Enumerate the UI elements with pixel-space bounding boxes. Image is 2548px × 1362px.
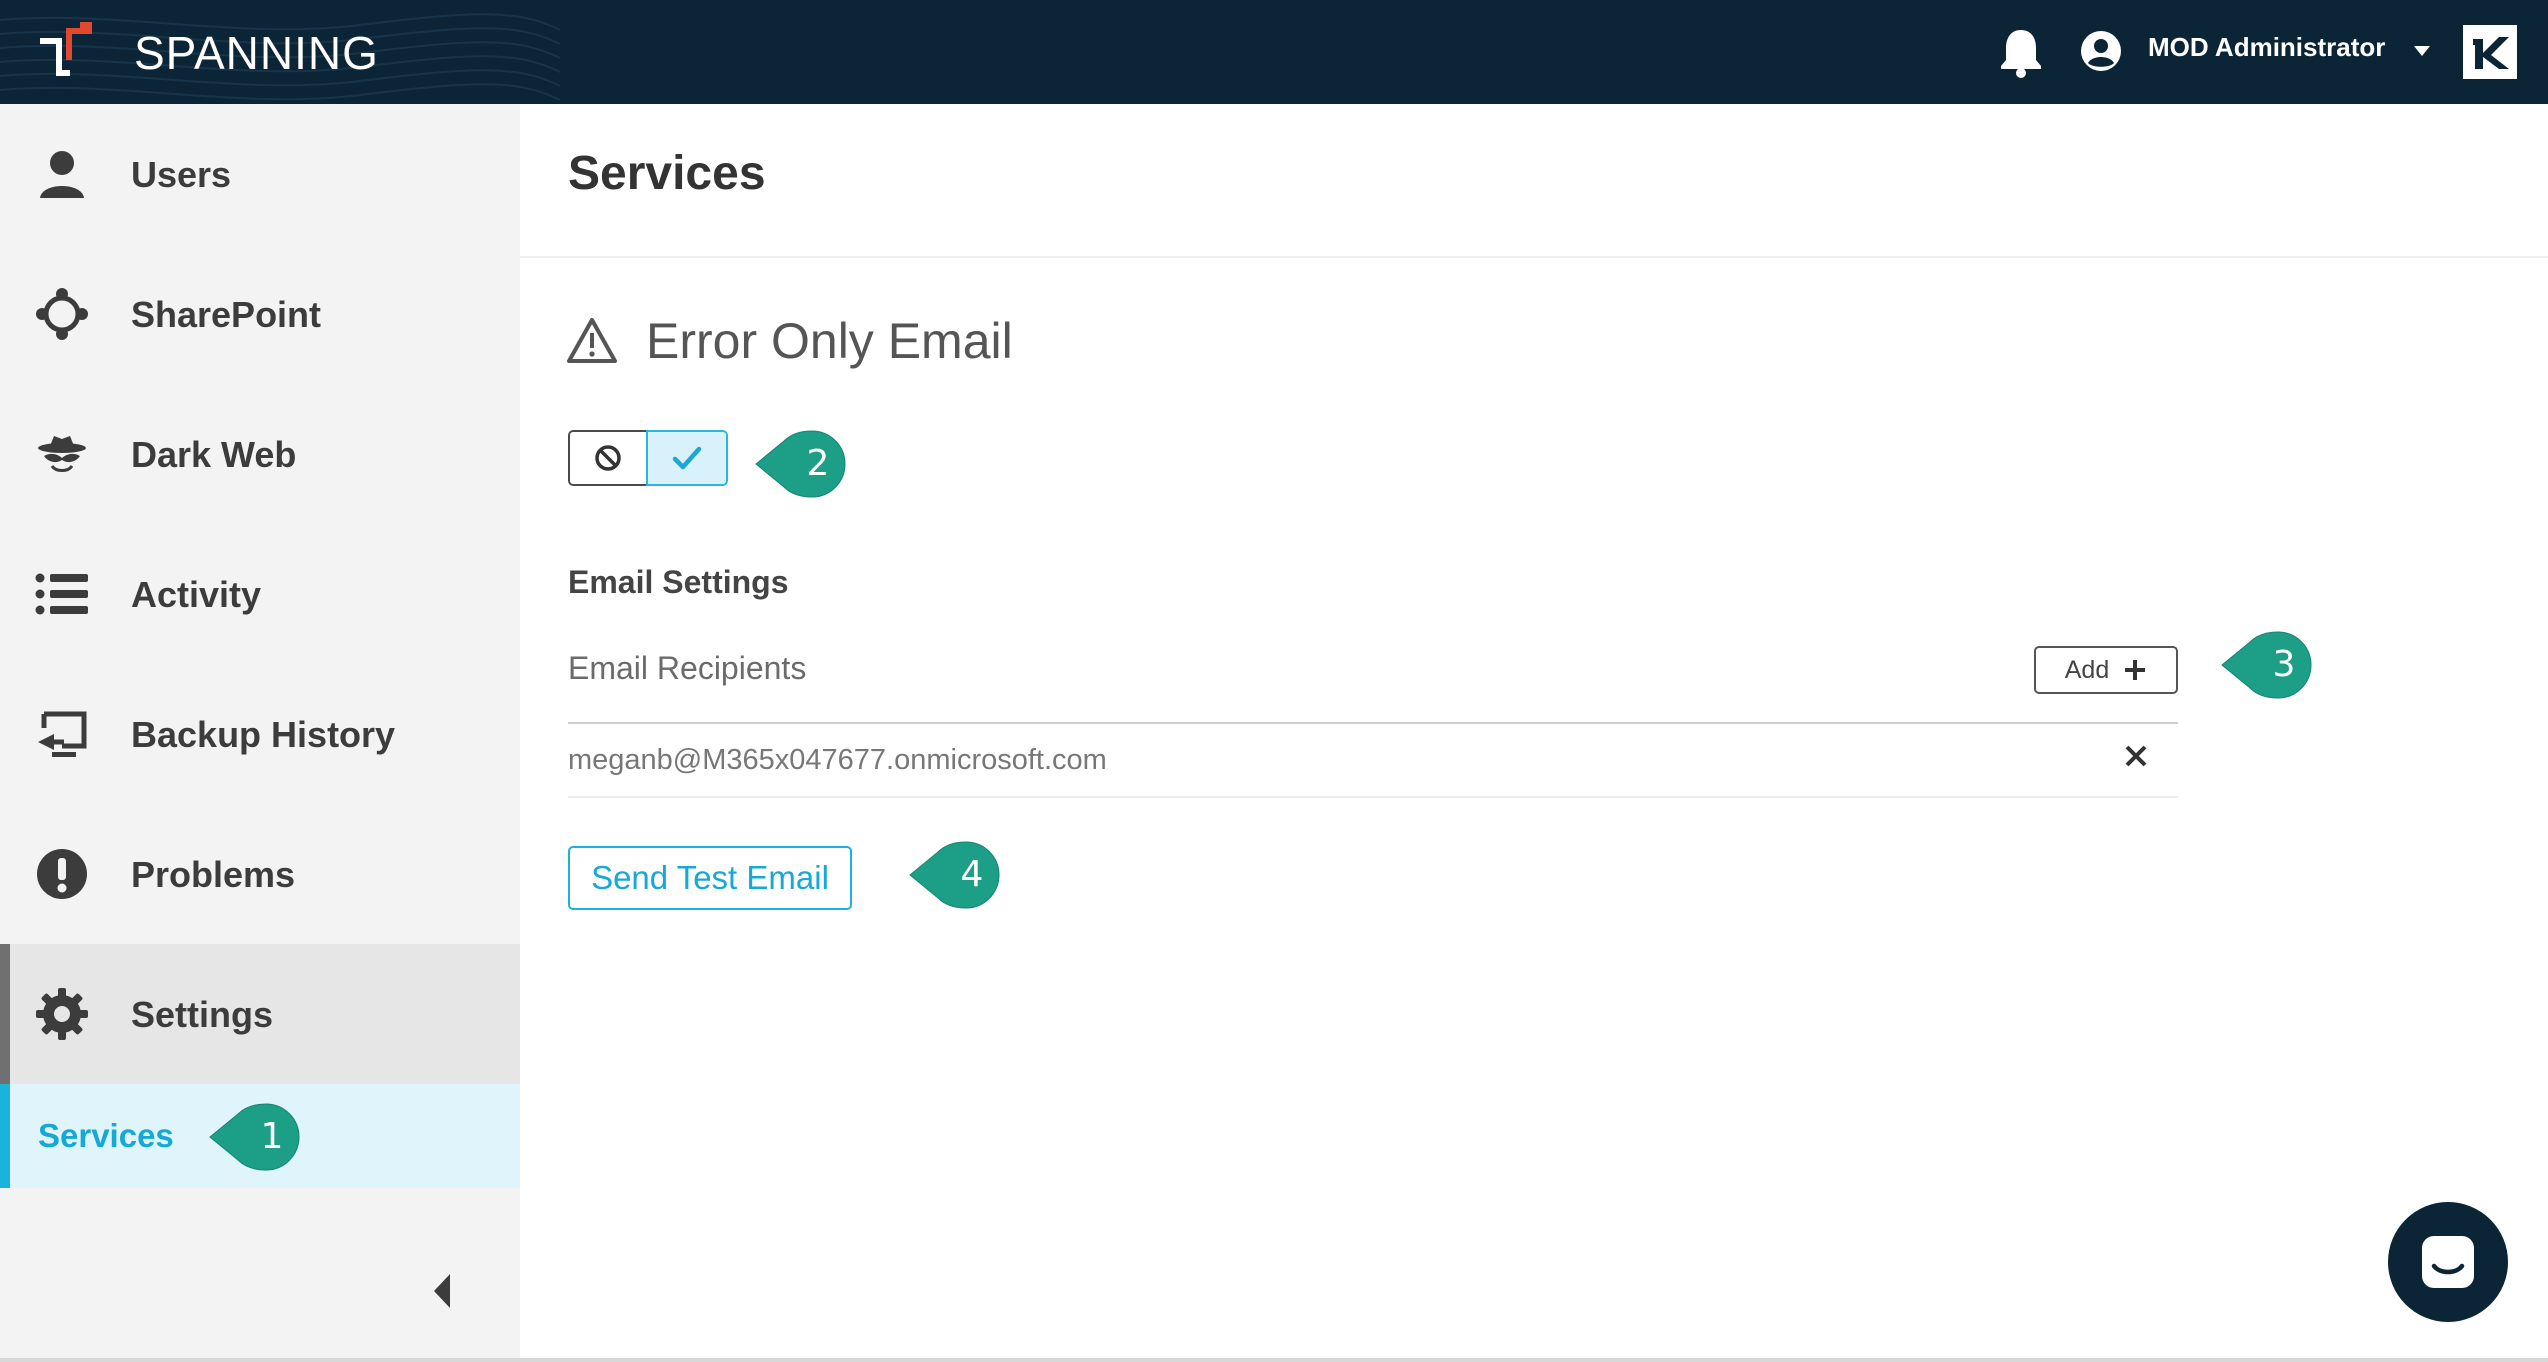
bell-icon[interactable] — [1996, 26, 2046, 78]
sidebar-item-label: SharePoint — [131, 294, 322, 335]
header-divider — [520, 256, 2548, 258]
gear-icon — [36, 988, 88, 1040]
sidebar-subitem-label: Services — [38, 1117, 174, 1154]
recipient-row: meganb@M365x047677.onmicrosoft.com — [568, 724, 2178, 798]
user-account-icon[interactable] — [2080, 30, 2122, 72]
sidebar-item-label: Users — [131, 154, 232, 195]
error-only-email-toggle[interactable] — [568, 430, 728, 486]
user-icon — [40, 151, 84, 198]
toggle-off-option[interactable] — [568, 430, 648, 486]
warning-icon — [567, 318, 617, 363]
exclamation-icon — [37, 849, 87, 899]
close-icon[interactable] — [2124, 744, 2148, 768]
page-title: Services — [568, 147, 766, 200]
callout-marker-1: 1 — [208, 1100, 302, 1174]
backup-icon — [38, 711, 87, 757]
add-recipient-button[interactable]: Add — [2034, 646, 2178, 694]
callout-number: 1 — [260, 1116, 284, 1157]
brand-name[interactable]: SPANNING — [134, 26, 379, 80]
spanning-logo-icon[interactable] — [36, 20, 96, 80]
kaseya-logo[interactable] — [2463, 25, 2517, 79]
sidebar-item-dark-web[interactable]: Dark Web — [0, 384, 520, 524]
callout-number: 4 — [960, 854, 984, 895]
top-bar: SPANNING MOD Administrator — [0, 0, 2548, 104]
callout-marker-4: 4 — [908, 838, 1002, 912]
callout-number: 3 — [2272, 644, 2296, 685]
sidebar-item-label: Dark Web — [131, 434, 297, 475]
callout-marker-2: 2 — [754, 427, 848, 501]
sidebar-item-activity[interactable]: Activity — [0, 524, 520, 664]
list-icon — [35, 573, 88, 615]
sidebar-item-problems[interactable]: Problems — [0, 804, 520, 944]
collapse-sidebar-icon[interactable] — [430, 1272, 454, 1310]
send-test-email-button[interactable]: Send Test Email — [568, 846, 852, 910]
sidebar-item-label: Activity — [131, 574, 262, 615]
email-settings-heading: Email Settings — [568, 564, 789, 600]
callout-number: 2 — [806, 443, 830, 484]
sidebar-item-label: Problems — [131, 854, 296, 895]
sidebar-item-sharepoint[interactable]: SharePoint — [0, 244, 520, 384]
chevron-down-icon[interactable] — [2412, 44, 2432, 58]
chat-icon — [2422, 1236, 2474, 1288]
section-title: Error Only Email — [646, 313, 1013, 369]
chat-launcher-button[interactable] — [2388, 1202, 2508, 1322]
sidebar-item-backup-history[interactable]: Backup History — [0, 664, 520, 804]
sharepoint-icon — [36, 288, 88, 340]
add-button-label: Add — [2064, 655, 2110, 684]
callout-marker-3: 3 — [2220, 628, 2314, 702]
sidebar-item-settings[interactable]: Settings — [0, 944, 520, 1084]
spy-icon — [38, 436, 86, 472]
recipient-email: meganb@M365x047677.onmicrosoft.com — [568, 744, 1107, 776]
k-logo-icon — [2473, 37, 2509, 69]
sidebar-item-users[interactable]: Users — [0, 104, 520, 244]
ban-icon — [595, 445, 621, 471]
sidebar-item-label: Backup History — [131, 714, 396, 755]
sidebar-item-label: Settings — [131, 994, 274, 1035]
check-icon — [672, 446, 702, 470]
email-recipients-label: Email Recipients — [568, 650, 807, 686]
bottom-border — [0, 1358, 2548, 1362]
user-name[interactable]: MOD Administrator — [2148, 32, 2385, 63]
plus-icon — [2125, 660, 2146, 680]
toggle-on-option[interactable] — [646, 430, 728, 486]
